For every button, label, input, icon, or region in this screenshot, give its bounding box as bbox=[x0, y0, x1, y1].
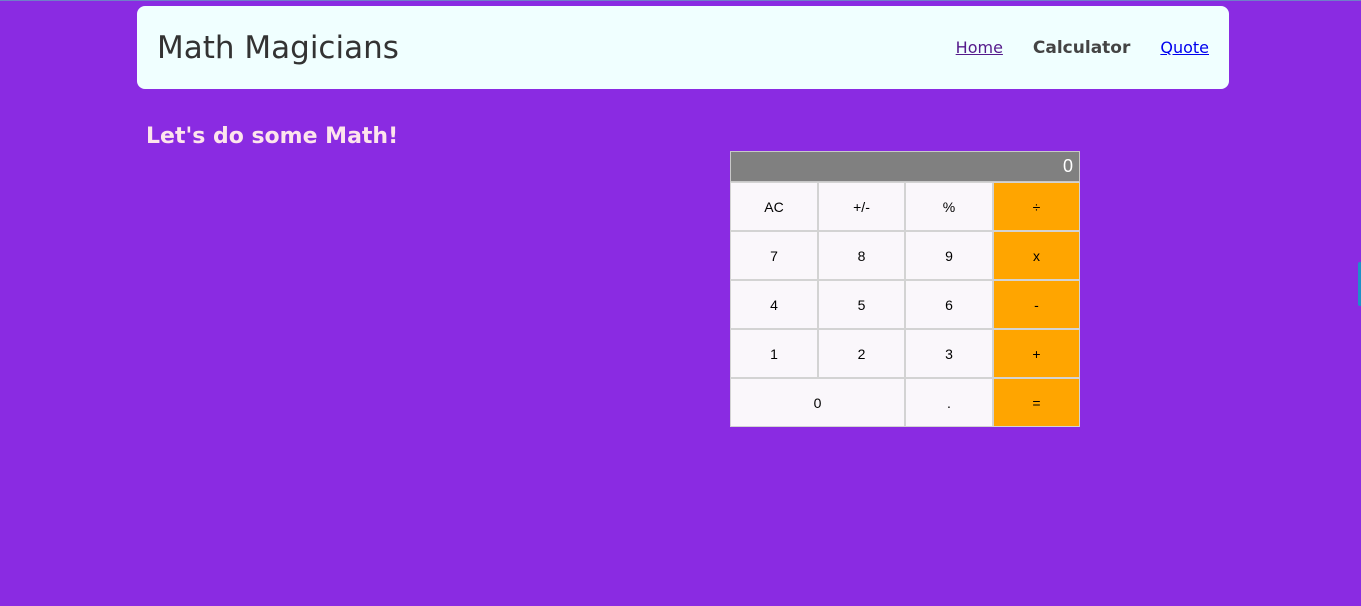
key-dot[interactable]: . bbox=[905, 378, 993, 427]
key-ac[interactable]: AC bbox=[730, 182, 818, 231]
key-4[interactable]: 4 bbox=[730, 280, 818, 329]
key-equals[interactable]: = bbox=[993, 378, 1080, 427]
nav-link-quote[interactable]: Quote bbox=[1160, 38, 1209, 58]
key-divide[interactable]: ÷ bbox=[993, 182, 1080, 231]
top-border-line bbox=[0, 0, 1361, 1]
key-1[interactable]: 1 bbox=[730, 329, 818, 378]
calculator-display: 0 bbox=[730, 151, 1080, 182]
calculator-keypad: AC +/- % ÷ 7 8 9 x 4 5 6 - 1 2 3 + 0 . = bbox=[730, 182, 1080, 427]
key-multiply[interactable]: x bbox=[993, 231, 1080, 280]
nav-link-calculator[interactable]: Calculator bbox=[1033, 38, 1130, 58]
key-3[interactable]: 3 bbox=[905, 329, 993, 378]
key-8[interactable]: 8 bbox=[818, 231, 905, 280]
main-nav: Home Calculator Quote bbox=[956, 38, 1209, 58]
key-5[interactable]: 5 bbox=[818, 280, 905, 329]
page-heading: Let's do some Math! bbox=[146, 124, 399, 149]
key-6[interactable]: 6 bbox=[905, 280, 993, 329]
key-minus[interactable]: - bbox=[993, 280, 1080, 329]
brand-title: Math Magicians bbox=[157, 30, 399, 66]
calculator: 0 AC +/- % ÷ 7 8 9 x 4 5 6 - 1 2 3 + 0 .… bbox=[730, 151, 1080, 427]
nav-link-home[interactable]: Home bbox=[956, 38, 1003, 58]
key-percent[interactable]: % bbox=[905, 182, 993, 231]
key-sign[interactable]: +/- bbox=[818, 182, 905, 231]
key-2[interactable]: 2 bbox=[818, 329, 905, 378]
key-0[interactable]: 0 bbox=[730, 378, 905, 427]
key-plus[interactable]: + bbox=[993, 329, 1080, 378]
key-7[interactable]: 7 bbox=[730, 231, 818, 280]
site-header: Math Magicians Home Calculator Quote bbox=[137, 6, 1229, 89]
key-9[interactable]: 9 bbox=[905, 231, 993, 280]
